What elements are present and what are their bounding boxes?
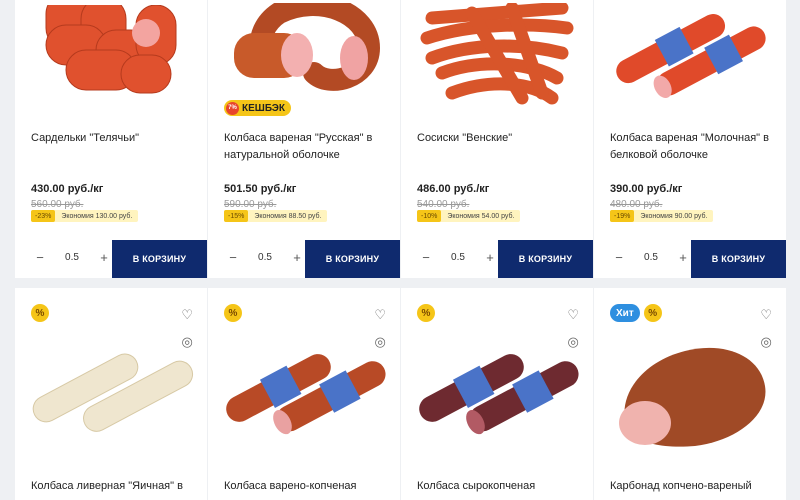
product-image[interactable] — [15, 328, 207, 448]
add-to-cart-button[interactable]: В КОРЗИНУ — [112, 240, 207, 278]
product-price: 390.00 руб./кг — [610, 183, 683, 195]
product-image[interactable] — [594, 328, 786, 458]
product-name[interactable]: Колбаса вареная "Русская" в натуральной … — [224, 130, 384, 164]
discount-tag: -10% — [417, 210, 442, 222]
minus-icon[interactable]: − — [222, 250, 244, 265]
product-name[interactable]: Колбаса вареная "Молочная" в белковой об… — [610, 130, 770, 164]
badge-row: Хит % — [610, 304, 662, 322]
product-card[interactable]: 7% КЕШБЭК Колбаса вареная "Русская" в на… — [208, 0, 400, 278]
heart-icon[interactable]: ♡ — [567, 308, 579, 321]
savings-text: Экономия 130.00 руб. — [61, 212, 133, 220]
cashback-icon: 7% — [226, 101, 239, 115]
product-image[interactable] — [594, 0, 786, 100]
discount-badge: % — [643, 304, 662, 322]
cashback-label: КЕШБЭК — [242, 102, 285, 114]
product-image[interactable] — [208, 328, 400, 448]
product-name[interactable]: Сардельки "Телячьи" — [31, 130, 191, 147]
product-image[interactable] — [401, 0, 593, 110]
product-image[interactable] — [15, 0, 207, 110]
product-price: 486.00 руб./кг — [417, 183, 490, 195]
quantity-value[interactable]: 0.5 — [244, 252, 286, 263]
product-name[interactable]: Карбонад копчено-вареный — [610, 478, 770, 495]
add-to-cart-button[interactable]: В КОРЗИНУ — [498, 240, 593, 278]
savings-badge: -15% Экономия 88.50 руб. — [224, 210, 328, 222]
discount-tag: -15% — [224, 210, 249, 222]
product-image[interactable] — [401, 328, 593, 448]
product-price: 501.50 руб./кг — [224, 183, 297, 195]
product-old-price: 480.00 руб. — [610, 199, 663, 210]
heart-icon[interactable]: ♡ — [181, 308, 193, 321]
discount-badge: % — [417, 304, 435, 322]
product-card[interactable]: % ♡ ◎ Колбаса сырокопченая — [401, 288, 593, 500]
cashback-badge: 7% КЕШБЭК — [224, 100, 291, 116]
product-card[interactable]: Колбаса вареная "Молочная" в белковой об… — [594, 0, 786, 278]
product-card[interactable]: % ♡ ◎ Колбаса варено-копченая — [208, 288, 400, 500]
discount-tag: -23% — [31, 210, 56, 222]
product-card[interactable]: Сосиски "Венские" 486.00 руб./кг 540.00 … — [401, 0, 593, 278]
product-card[interactable]: % ♡ ◎ Колбаса ливерная "Яичная" в — [15, 288, 207, 500]
discount-tag: -19% — [610, 210, 635, 222]
heart-icon[interactable]: ♡ — [374, 308, 386, 321]
badge-row: % — [417, 304, 435, 322]
product-name[interactable]: Колбаса варено-копченая — [224, 478, 384, 495]
product-price: 430.00 руб./кг — [31, 183, 104, 195]
quantity-stepper[interactable]: − 0.5 + — [222, 250, 308, 265]
savings-badge: -10% Экономия 54.00 руб. — [417, 210, 521, 222]
savings-text: Экономия 54.00 руб. — [447, 212, 515, 220]
minus-icon[interactable]: − — [608, 250, 630, 265]
product-card[interactable]: Хит % ♡ ◎ Карбонад копчено-вареный — [594, 288, 786, 500]
quantity-value[interactable]: 0.5 — [51, 252, 93, 263]
minus-icon[interactable]: − — [415, 250, 437, 265]
heart-icon[interactable]: ♡ — [760, 308, 772, 321]
product-old-price: 590.00 руб. — [224, 199, 277, 210]
discount-badge: % — [224, 304, 242, 322]
product-name[interactable]: Колбаса ливерная "Яичная" в — [31, 478, 191, 495]
product-image[interactable] — [208, 0, 400, 100]
product-name[interactable]: Колбаса сырокопченая — [417, 478, 577, 495]
quantity-stepper[interactable]: − 0.5 + — [415, 250, 501, 265]
product-name[interactable]: Сосиски "Венские" — [417, 130, 577, 147]
savings-text: Экономия 88.50 руб. — [254, 212, 322, 220]
badge-row: % — [224, 304, 242, 322]
product-grid: Сардельки "Телячьи" 430.00 руб./кг 560.0… — [0, 0, 800, 500]
product-old-price: 540.00 руб. — [417, 199, 470, 210]
product-card[interactable]: Сардельки "Телячьи" 430.00 руб./кг 560.0… — [15, 0, 207, 278]
badge-row: % — [31, 304, 49, 322]
add-to-cart-button[interactable]: В КОРЗИНУ — [691, 240, 786, 278]
savings-badge: -23% Экономия 130.00 руб. — [31, 210, 139, 222]
savings-text: Экономия 90.00 руб. — [640, 212, 708, 220]
quantity-stepper[interactable]: − 0.5 + — [29, 250, 115, 265]
quantity-stepper[interactable]: − 0.5 + — [608, 250, 694, 265]
hit-badge: Хит — [610, 304, 640, 322]
discount-badge: % — [31, 304, 49, 322]
product-old-price: 560.00 руб. — [31, 199, 84, 210]
quantity-value[interactable]: 0.5 — [437, 252, 479, 263]
savings-badge: -19% Экономия 90.00 руб. — [610, 210, 714, 222]
minus-icon[interactable]: − — [29, 250, 51, 265]
add-to-cart-button[interactable]: В КОРЗИНУ — [305, 240, 400, 278]
quantity-value[interactable]: 0.5 — [630, 252, 672, 263]
